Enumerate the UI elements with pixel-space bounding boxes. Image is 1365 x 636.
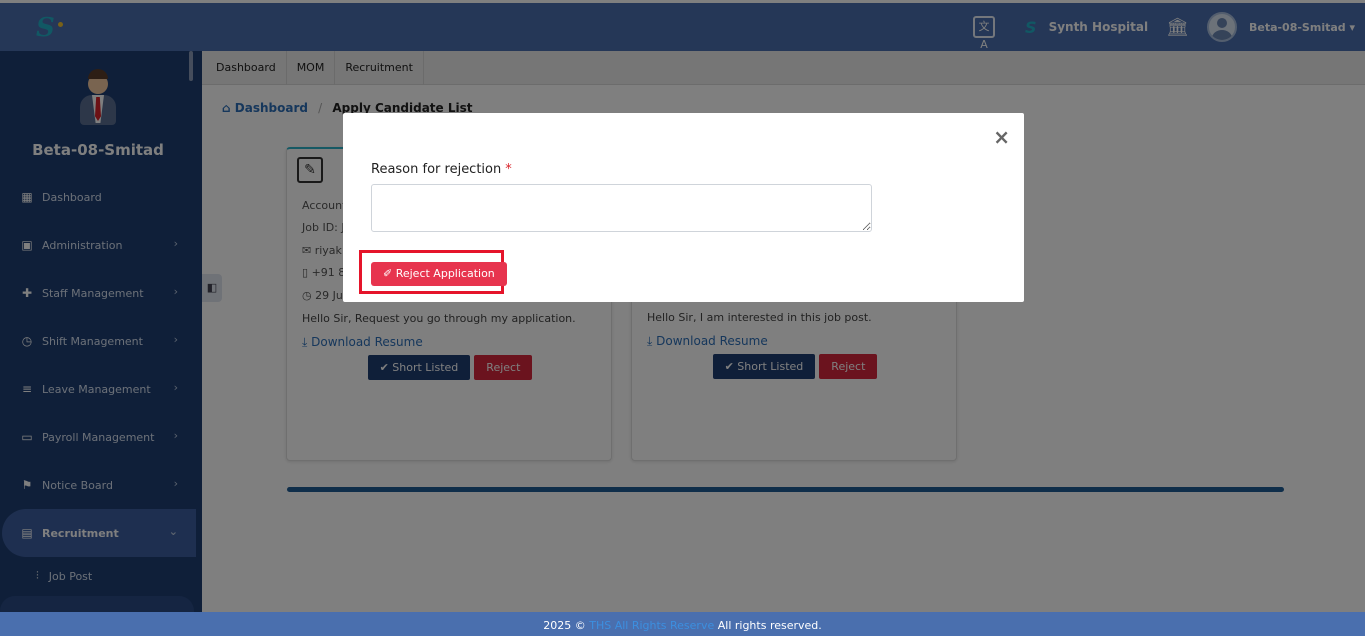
footer: 2025 © THS All Rights Reserve All rights…	[0, 612, 1365, 636]
rejection-reason-input[interactable]	[371, 184, 872, 232]
required-marker: *	[505, 162, 512, 177]
rejection-reason-label: Reason for rejection *	[371, 162, 512, 177]
rejection-reason-label-text: Reason for rejection	[371, 162, 502, 177]
footer-rights: All rights reserved.	[717, 619, 822, 632]
close-icon[interactable]: ×	[993, 127, 1010, 147]
footer-copyright: 2025 ©	[543, 619, 586, 632]
reject-application-button[interactable]: ✐ Reject Application	[371, 262, 507, 286]
modal-backdrop[interactable]	[0, 0, 1365, 612]
rejection-modal: × Reason for rejection * ✐ Reject Applica…	[343, 113, 1024, 302]
footer-brand-link[interactable]: THS All Rights Reserve	[589, 619, 714, 632]
